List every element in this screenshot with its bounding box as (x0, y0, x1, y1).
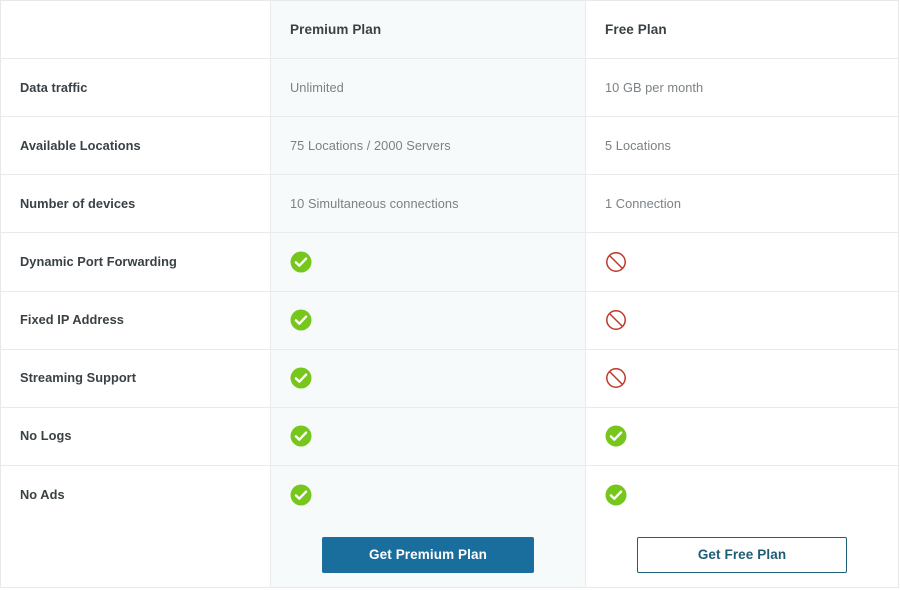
feature-label: Streaming Support (20, 370, 137, 386)
feature-label-cell: Number of devices (0, 174, 271, 234)
feature-label: Data traffic (20, 79, 88, 95)
feature-value: 1 Connection (605, 195, 682, 211)
feature-label-cell: No Ads (0, 465, 271, 524)
cell-free (585, 232, 899, 292)
feature-label-cell: Fixed IP Address (0, 291, 271, 350)
feature-label-cell: Available Locations (0, 116, 271, 176)
get-free-plan-button[interactable]: Get Free Plan (637, 537, 847, 574)
prohibited-icon (605, 367, 879, 389)
feature-label: Dynamic Port Forwarding (20, 253, 177, 269)
check-circle-icon (290, 367, 566, 389)
header-cell-blank (0, 0, 271, 59)
cell-free (585, 291, 899, 350)
feature-value: 5 Locations (605, 137, 672, 153)
feature-label-cell: Data traffic (0, 58, 271, 118)
cta-cell-free: Get Free Plan (585, 523, 899, 588)
cell-premium: Unlimited (270, 58, 586, 118)
feature-label: Available Locations (20, 137, 141, 153)
feature-label: Fixed IP Address (20, 312, 124, 328)
header-cell-free: Free Plan (585, 0, 899, 59)
prohibited-icon (605, 251, 879, 273)
table-header-row: Premium Plan Free Plan (0, 0, 899, 59)
cell-free (586, 465, 899, 523)
check-circle-icon (605, 425, 879, 447)
cell-premium (270, 349, 586, 408)
feature-value: 75 Locations / 2000 Servers (290, 137, 451, 153)
get-premium-plan-button[interactable]: Get Premium Plan (322, 537, 534, 574)
free-plan-title: Free Plan (605, 22, 667, 37)
feature-label: Number of devices (20, 195, 136, 211)
feature-label: No Ads (20, 486, 65, 502)
cell-premium: 10 Simultaneous connections (270, 174, 586, 234)
table-row: No Logs (0, 407, 899, 466)
cell-free: 5 Locations (585, 116, 899, 176)
table-row: No Ads (0, 465, 899, 524)
header-cell-premium: Premium Plan (270, 0, 586, 59)
check-circle-icon (290, 251, 566, 273)
cell-premium (270, 291, 586, 350)
cell-premium (270, 232, 586, 292)
cell-premium: 75 Locations / 2000 Servers (270, 116, 586, 176)
table-body: Data traffic Unlimited 10 GB per month Avai… (0, 58, 899, 524)
feature-label-cell: Streaming Support (0, 349, 271, 408)
cell-free (585, 349, 899, 408)
feature-label: No Logs (20, 428, 72, 444)
table-row: Dynamic Port Forwarding (0, 232, 899, 292)
feature-value: 10 GB per month (605, 79, 704, 95)
table-row: Number of devices 10 Simultaneous connect… (0, 174, 899, 234)
feature-value: 10 Simultaneous connections (290, 195, 459, 211)
table-row: Streaming Support (0, 349, 899, 408)
feature-label-cell: Dynamic Port Forwarding (0, 232, 271, 292)
prohibited-icon (605, 309, 879, 331)
table-cta-row: Get Premium Plan Get Free Plan (0, 523, 899, 588)
cell-free: 10 GB per month (585, 58, 899, 118)
cell-premium (270, 465, 586, 524)
feature-value: Unlimited (290, 79, 344, 95)
plan-comparison-table: Premium Plan Free Plan Data traffic Unlim… (0, 0, 899, 588)
check-circle-icon (290, 309, 566, 331)
check-circle-icon (290, 484, 566, 506)
cta-cell-blank (0, 523, 271, 588)
cell-premium (270, 407, 586, 466)
cta-cell-premium: Get Premium Plan (270, 523, 586, 588)
cell-free (585, 407, 899, 466)
premium-plan-title: Premium Plan (290, 22, 382, 37)
cell-free: 1 Connection (585, 174, 899, 234)
check-circle-icon (290, 425, 566, 447)
table-row: Fixed IP Address (0, 291, 899, 350)
table-row: Data traffic Unlimited 10 GB per month (0, 58, 899, 118)
check-circle-icon (605, 484, 879, 506)
table-row: Available Locations 75 Locations / 2000 S… (0, 116, 899, 176)
feature-label-cell: No Logs (0, 407, 271, 466)
